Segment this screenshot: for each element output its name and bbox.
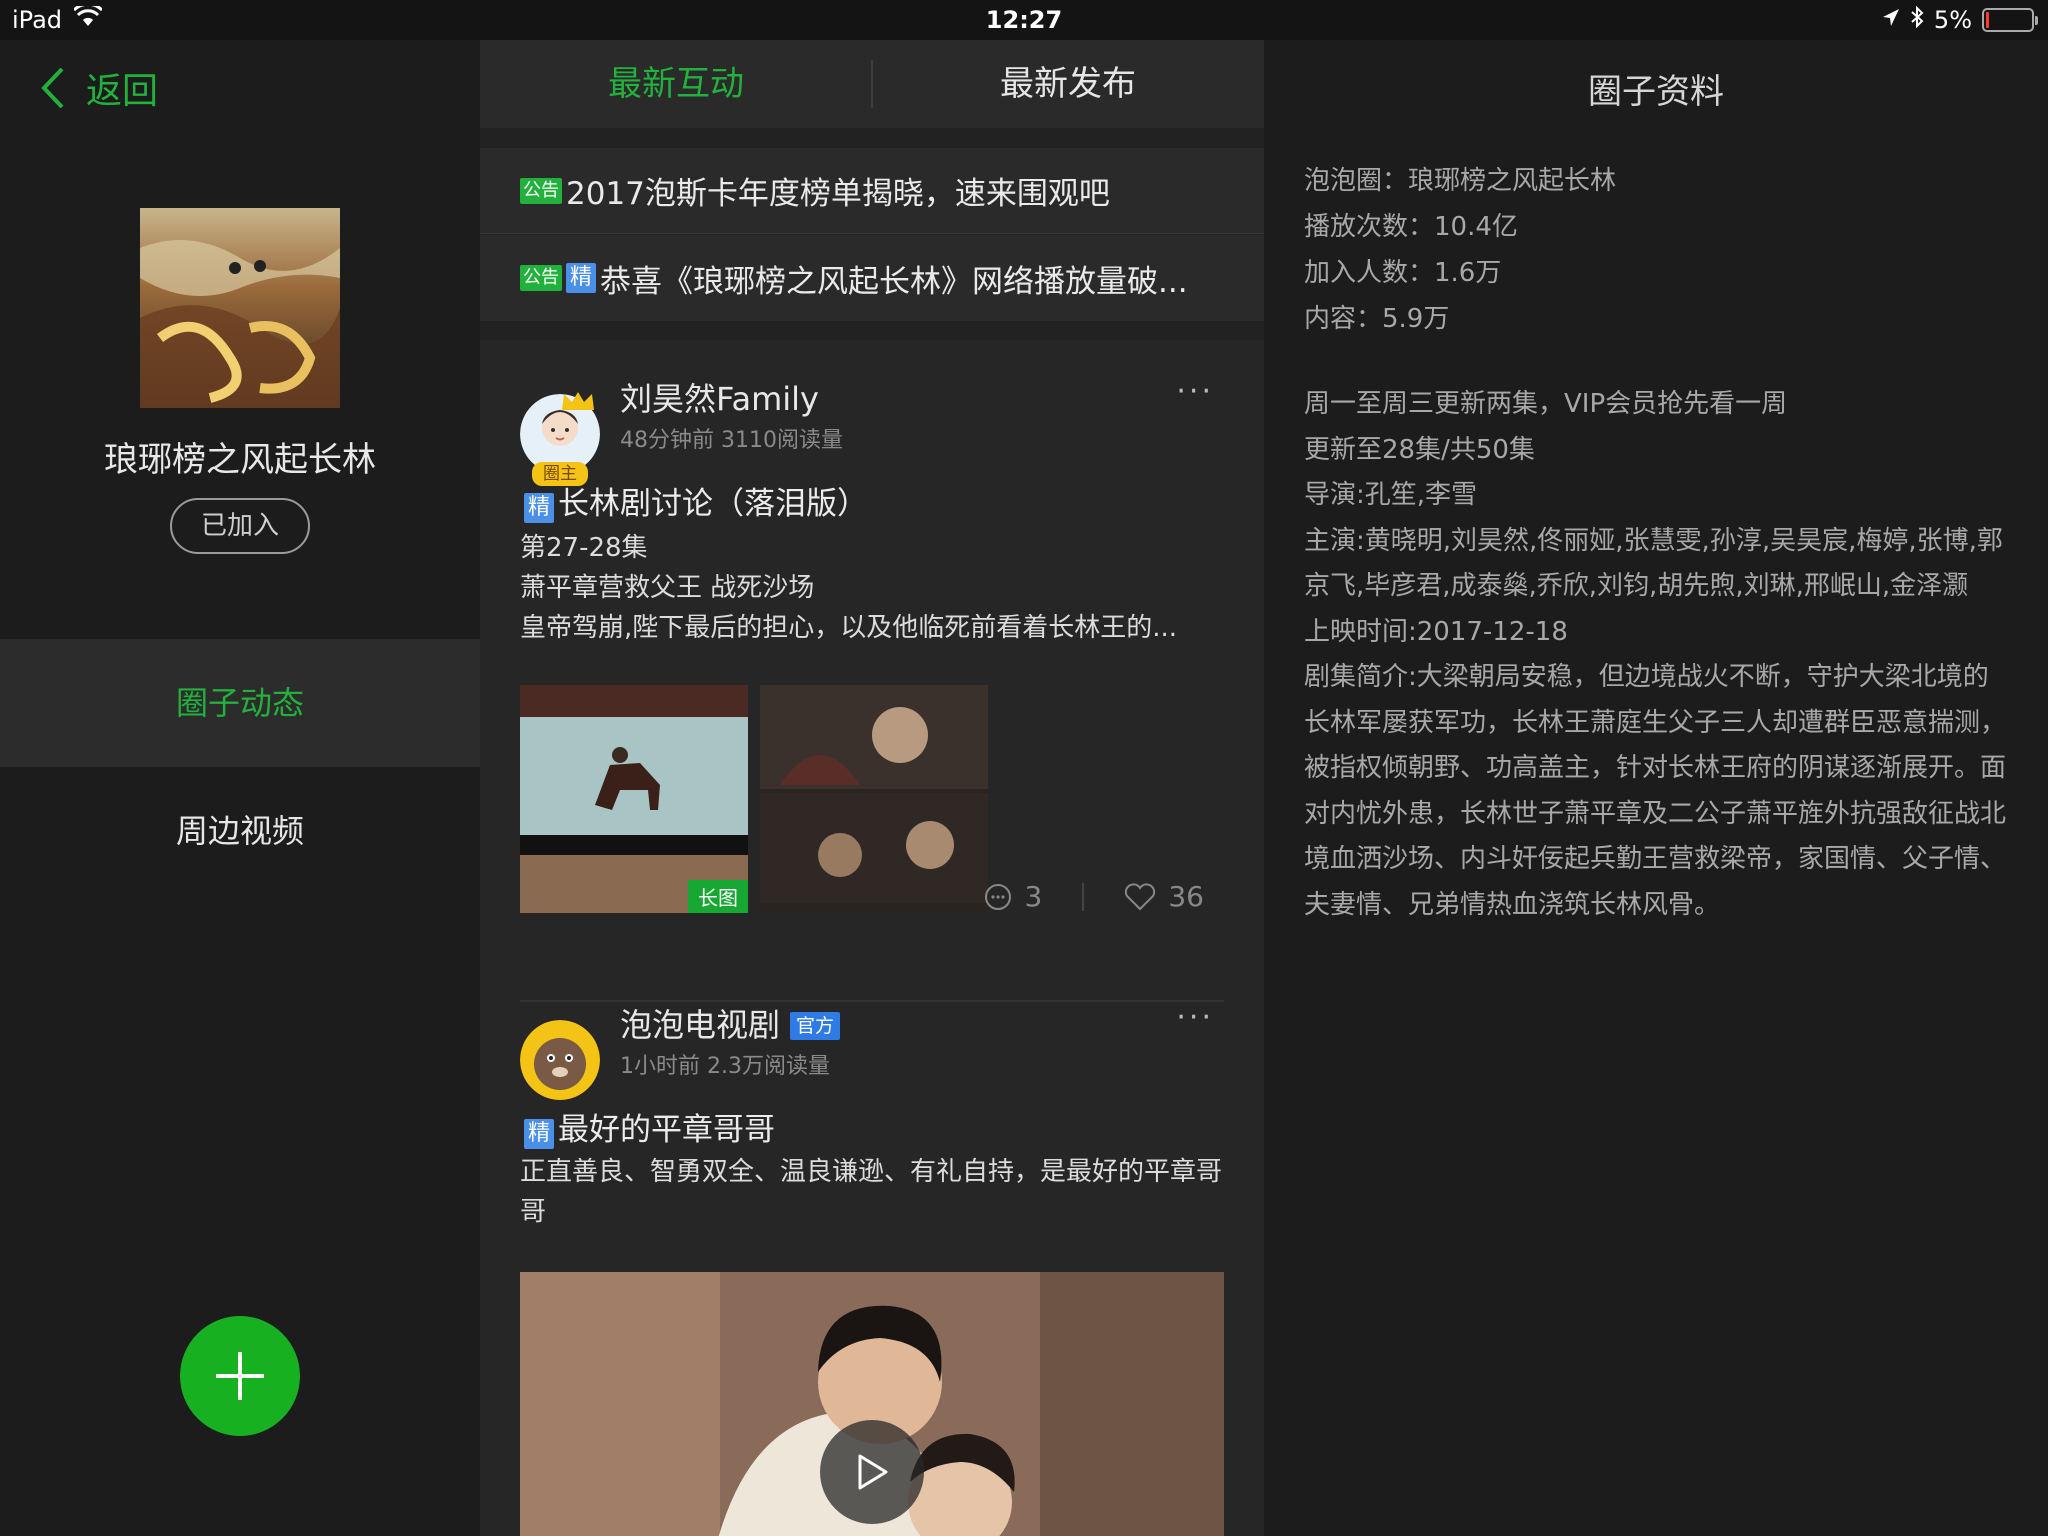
comment-icon — [984, 883, 1011, 910]
status-bar: iPad 12:27 5% — [0, 0, 2048, 40]
nav-related-videos[interactable]: 周边视频 — [0, 767, 480, 895]
description-line: 周一至周三更新两集，VIP会员抢先看一周 — [1304, 389, 1788, 419]
info-stat: 内容：5.9万 — [1304, 304, 1450, 334]
like-count: 36 — [1168, 880, 1204, 913]
tab-latest-release[interactable]: 最新发布 — [872, 40, 1264, 128]
post-body: 正直善良、智勇双全、温良谦逊、有礼自持，是最好的平章哥哥 — [520, 1157, 1223, 1227]
info-panel-title: 圈子资料 — [1588, 72, 1724, 112]
back-button[interactable]: 返回 — [40, 62, 158, 114]
status-time: 12:27 — [985, 6, 1063, 34]
circle-poster — [140, 208, 340, 408]
chevron-left-icon — [41, 67, 64, 109]
description-line: 更新至28集/共50集 — [1304, 434, 1535, 465]
comment-button[interactable]: 3 — [983, 880, 1043, 913]
like-button[interactable]: 36 — [1124, 880, 1204, 913]
post-title[interactable]: 精长林剧讨论（落泪版） — [524, 478, 868, 523]
description-line: 上映时间:2017-12-18 — [1304, 616, 1568, 647]
battery-icon — [1982, 8, 2038, 32]
post-image[interactable]: 长图 — [520, 685, 748, 913]
post-body-line: 皇帝驾崩,陛下最后的担心，以及他临死前看着长林王的... — [520, 613, 1178, 643]
announcement-tag: 公告 — [520, 265, 562, 291]
plus-icon — [216, 1352, 264, 1400]
info-stat: 加入人数：1.6万 — [1304, 258, 1502, 288]
battery-percent: 5% — [1933, 6, 1972, 34]
back-label: 返回 — [86, 71, 159, 112]
circle-info-panel: 圈子资料 泡泡圈：琅琊榜之风起长林 播放次数：10.4亿 加入人数：1.6万 内… — [1264, 40, 2048, 1536]
description-line: 导演:孔笙,李雪 — [1304, 480, 1478, 510]
announcement-tag: 公告 — [520, 177, 562, 204]
announcement-item[interactable]: 公告 2017泡斯卡年度榜单揭晓，速来围观吧 — [480, 148, 1264, 234]
post-author[interactable]: 泡泡电视剧 官方 — [620, 1000, 841, 1046]
crown-icon — [562, 392, 594, 410]
feed-column: 最新互动 最新发布 公告 2017泡斯卡年度榜单揭晓，速来围观吧 公告 精 恭喜… — [480, 40, 1264, 1536]
featured-tag: 精 — [524, 493, 555, 523]
announcement-text: 2017泡斯卡年度榜单揭晓，速来围观吧 — [566, 176, 1110, 212]
info-stat: 播放次数：10.4亿 — [1304, 212, 1518, 242]
post-title-text: 最好的平章哥哥 — [558, 1112, 776, 1148]
play-icon — [858, 1454, 888, 1490]
description-line: 剧集简介:大梁朝局安稳，但边境战火不断，守护大梁北境的长林军屡获军功，长林王萧庭… — [1304, 662, 2007, 920]
post-image[interactable] — [760, 685, 988, 913]
avatar[interactable] — [520, 1020, 600, 1100]
more-icon[interactable]: ··· — [1176, 374, 1214, 409]
post-video[interactable] — [520, 1272, 1224, 1536]
post-meta: 48分钟前 3110阅读量 — [620, 428, 843, 453]
nav-circle-feed[interactable]: 圈子动态 — [0, 639, 480, 767]
status-right: 5% — [1882, 5, 2038, 34]
more-icon[interactable]: ··· — [1176, 1000, 1214, 1035]
play-button[interactable] — [820, 1420, 924, 1524]
info-stat: 泡泡圈：琅琊榜之风起长林 — [1304, 166, 1617, 196]
featured-tag: 精 — [524, 1119, 555, 1149]
bluetooth-icon — [1910, 5, 1924, 34]
feed-tabs: 最新互动 最新发布 — [480, 40, 1264, 128]
heart-icon — [1125, 882, 1156, 910]
post-body-line: 萧平章营救父王 战死沙场 — [520, 573, 815, 603]
location-icon — [1882, 6, 1900, 34]
comment-count: 3 — [1024, 880, 1043, 913]
post-actions: 3 36 — [983, 880, 1204, 913]
post-list: 圈主 刘昊然Family 48分钟前 3110阅读量 ··· 精长林剧讨论（落泪… — [480, 340, 1264, 1536]
post-meta: 1小时前 2.3万阅读量 — [620, 1054, 830, 1079]
official-badge: 官方 — [790, 1012, 841, 1040]
long-image-label: 长图 — [688, 880, 748, 913]
description-line: 主演:黄晓明,刘昊然,佟丽娅,张慧雯,孙淳,吴昊宸,梅婷,张博,郭京飞,毕彦君,… — [1304, 525, 2003, 602]
announcement-text: 恭喜《琅琊榜之风起长林》网络播放量破... — [600, 263, 1188, 300]
joined-button[interactable]: 已加入 — [170, 498, 310, 554]
actions-divider — [1082, 882, 1085, 911]
announcement-item[interactable]: 公告 精 恭喜《琅琊榜之风起长林》网络播放量破... — [480, 235, 1264, 321]
tab-divider — [871, 60, 873, 108]
post-title[interactable]: 精最好的平章哥哥 — [524, 1104, 775, 1149]
sidebar: 返回 琅琊榜之风起长林 已加入 圈子动态 周边视频 — [0, 40, 480, 1536]
post-author[interactable]: 刘昊然Family — [620, 374, 819, 420]
tab-latest-interaction[interactable]: 最新互动 — [480, 40, 872, 128]
add-post-button[interactable] — [180, 1316, 300, 1436]
circle-name: 琅琊榜之风起长林 — [104, 440, 376, 480]
circle-description: 周一至周三更新两集，VIP会员抢先看一周 更新至28集/共50集 导演:孔笙,李… — [1304, 382, 2014, 928]
post-body-line: 第27-28集 — [520, 533, 648, 563]
post-title-text: 长林剧讨论（落泪版） — [558, 486, 869, 522]
post-author-name: 泡泡电视剧 — [620, 1006, 781, 1044]
post-body: 第27-28集 萧平章营救父王 战死沙场 皇帝驾崩,陛下最后的担心，以及他临死前… — [520, 528, 1224, 648]
featured-tag: 精 — [566, 263, 597, 293]
